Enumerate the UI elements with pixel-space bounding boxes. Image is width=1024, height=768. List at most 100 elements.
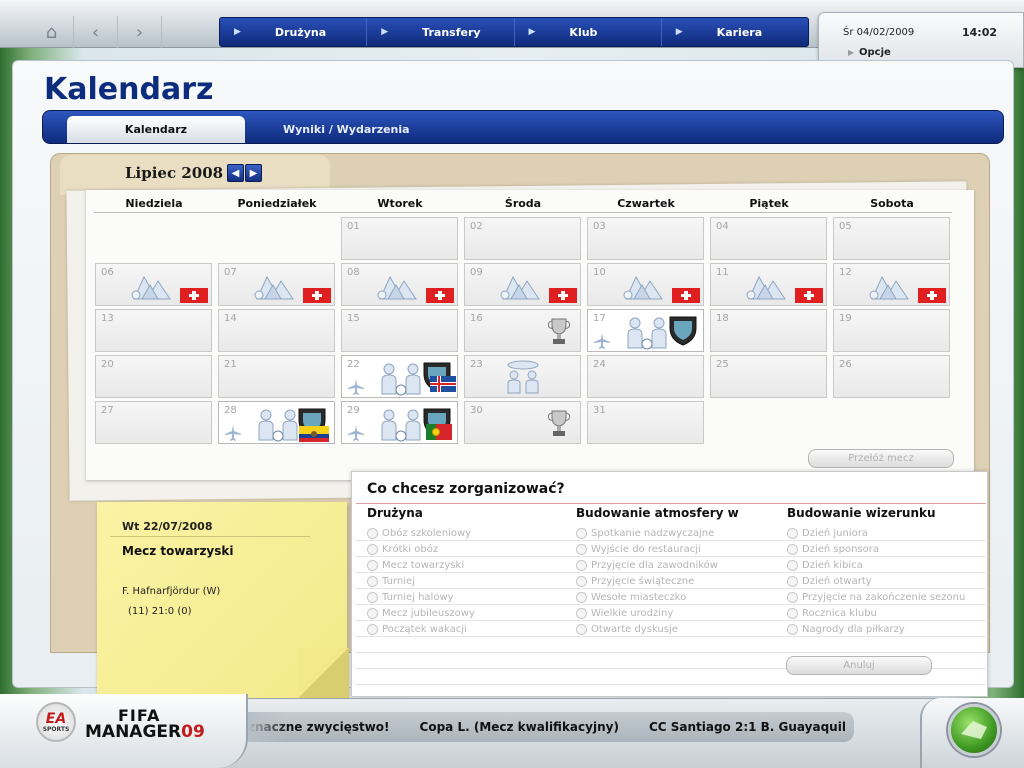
calendar-day[interactable]: 17 [587,309,704,352]
nav-klub[interactable]: ▶ Klub [513,18,661,46]
options-link[interactable]: Opcje [859,47,891,58]
calendar-day[interactable]: 30 [464,401,581,444]
radio-button[interactable] [576,591,587,603]
radio-button[interactable] [576,623,587,635]
organize-option[interactable]: Przyjęcie dla zawodników [576,557,718,573]
calendar-day[interactable]: 03 [587,217,704,260]
radio-button[interactable] [576,543,587,555]
organize-option[interactable]: Przyjęcie na zakończenie sezonu [787,589,965,605]
calendar-day[interactable]: 07 [218,263,335,306]
swiss-flag-icon [180,288,208,307]
organize-option[interactable]: Początek wakacji [367,621,467,637]
radio-button[interactable] [367,623,378,635]
calendar-day[interactable]: 29 [341,401,458,444]
calendar-day[interactable]: 18 [710,309,827,352]
calendar-day[interactable]: 27 [95,401,212,444]
organize-option[interactable]: Turniej [367,573,415,589]
radio-button[interactable] [367,559,378,571]
ecuador-flag-icon [299,426,329,446]
continue-button[interactable] [948,704,1000,756]
radio-button[interactable] [787,559,798,571]
mountain-camp-icon [376,271,424,305]
calendar-day[interactable]: 26 [833,355,950,398]
calendar-day[interactable]: 08 [341,263,458,306]
radio-button[interactable] [787,575,798,587]
organize-option[interactable]: Mecz towarzyski [367,557,464,573]
forward-button[interactable]: › [118,16,162,48]
organize-option[interactable]: Spotkanie nadzwyczajne [576,525,714,541]
calendar-day[interactable]: 25 [710,355,827,398]
mountain-camp-icon [622,271,670,305]
calendar-day[interactable]: 21 [218,355,335,398]
calendar-day[interactable]: 01 [341,217,458,260]
weekday-header: Czwartek [617,197,675,210]
organize-option[interactable]: Dzień juniora [787,525,868,541]
organize-option[interactable]: Dzień sponsora [787,541,879,557]
radio-button[interactable] [367,527,378,539]
swiss-flag-icon [549,288,577,307]
option-label: Mecz towarzyski [382,559,465,571]
calendar-day[interactable]: 15 [341,309,458,352]
radio-button[interactable] [787,607,798,619]
row-line [356,684,986,685]
radio-button[interactable] [367,591,378,603]
tab-wyniki-wydarzenia[interactable]: Wyniki / Wydarzenia [283,116,410,143]
calendar-day[interactable]: 12 [833,263,950,306]
nav-kariera[interactable]: ▶ Kariera [660,18,808,46]
cancel-button[interactable]: Anuluj [786,656,932,675]
organize-option[interactable]: Turniej halowy [367,589,454,605]
calendar-day[interactable]: 28 [218,401,335,444]
organize-option[interactable]: Nagrody dla piłkarzy [787,621,905,637]
calendar-day[interactable]: 06 [95,263,212,306]
calendar-day[interactable]: 05 [833,217,950,260]
nav-druzyna[interactable]: ▶ Drużyna [220,18,366,46]
calendar-day[interactable]: 16 [464,309,581,352]
organize-option[interactable]: Dzień kibica [787,557,863,573]
mountain-camp-icon [130,271,178,305]
organize-option[interactable]: Krótki obóz [367,541,438,557]
calendar-day[interactable]: 02 [464,217,581,260]
organize-option[interactable]: Dzień otwarty [787,573,872,589]
organize-option[interactable]: Przyjęcie świąteczne [576,573,694,589]
radio-button[interactable] [787,591,798,603]
home-button[interactable]: ⌂ [30,16,74,48]
organize-option[interactable]: Obóz szkoleniowy [367,525,471,541]
calendar-day[interactable]: 31 [587,401,704,444]
reschedule-match-button[interactable]: Przełóż mecz [808,449,954,468]
radio-button[interactable] [576,559,587,571]
calendar-day[interactable]: 13 [95,309,212,352]
organize-option[interactable]: Mecz jubileuszowy [367,605,475,621]
next-month-button[interactable]: ▶ [245,164,262,182]
radio-button[interactable] [367,607,378,619]
ea-sports-logo: EA SPORTS [36,702,76,742]
row-line [356,620,986,621]
organize-option[interactable]: Rocznica klubu [787,605,877,621]
calendar-day[interactable]: 10 [587,263,704,306]
radio-button[interactable] [367,575,378,587]
radio-button[interactable] [576,527,587,539]
calendar-day[interactable]: 20 [95,355,212,398]
calendar-day[interactable]: 19 [833,309,950,352]
radio-button[interactable] [367,543,378,555]
organize-option[interactable]: Wesołe miasteczko [576,589,686,605]
calendar-day[interactable]: 22 [341,355,458,398]
organize-option[interactable]: Otwarte dyskusje [576,621,678,637]
previous-month-button[interactable]: ◀ [227,164,244,182]
radio-button[interactable] [787,527,798,539]
organize-option[interactable]: Wielkie urodziny [576,605,673,621]
calendar-day[interactable]: 24 [587,355,704,398]
back-button[interactable]: ‹ [74,16,118,48]
calendar-day[interactable]: 11 [710,263,827,306]
calendar-day[interactable]: 23 [464,355,581,398]
nav-transfery[interactable]: ▶ Transfery [366,18,513,46]
radio-button[interactable] [576,575,587,587]
radio-button[interactable] [787,623,798,635]
radio-button[interactable] [576,607,587,619]
tab-kalendarz[interactable]: Kalendarz [67,116,245,143]
option-label: Spotkanie nadzwyczajne [591,527,715,539]
organize-option[interactable]: Wyjście do restauracji [576,541,701,557]
calendar-day[interactable]: 14 [218,309,335,352]
calendar-day[interactable]: 09 [464,263,581,306]
radio-button[interactable] [787,543,798,555]
calendar-day[interactable]: 04 [710,217,827,260]
